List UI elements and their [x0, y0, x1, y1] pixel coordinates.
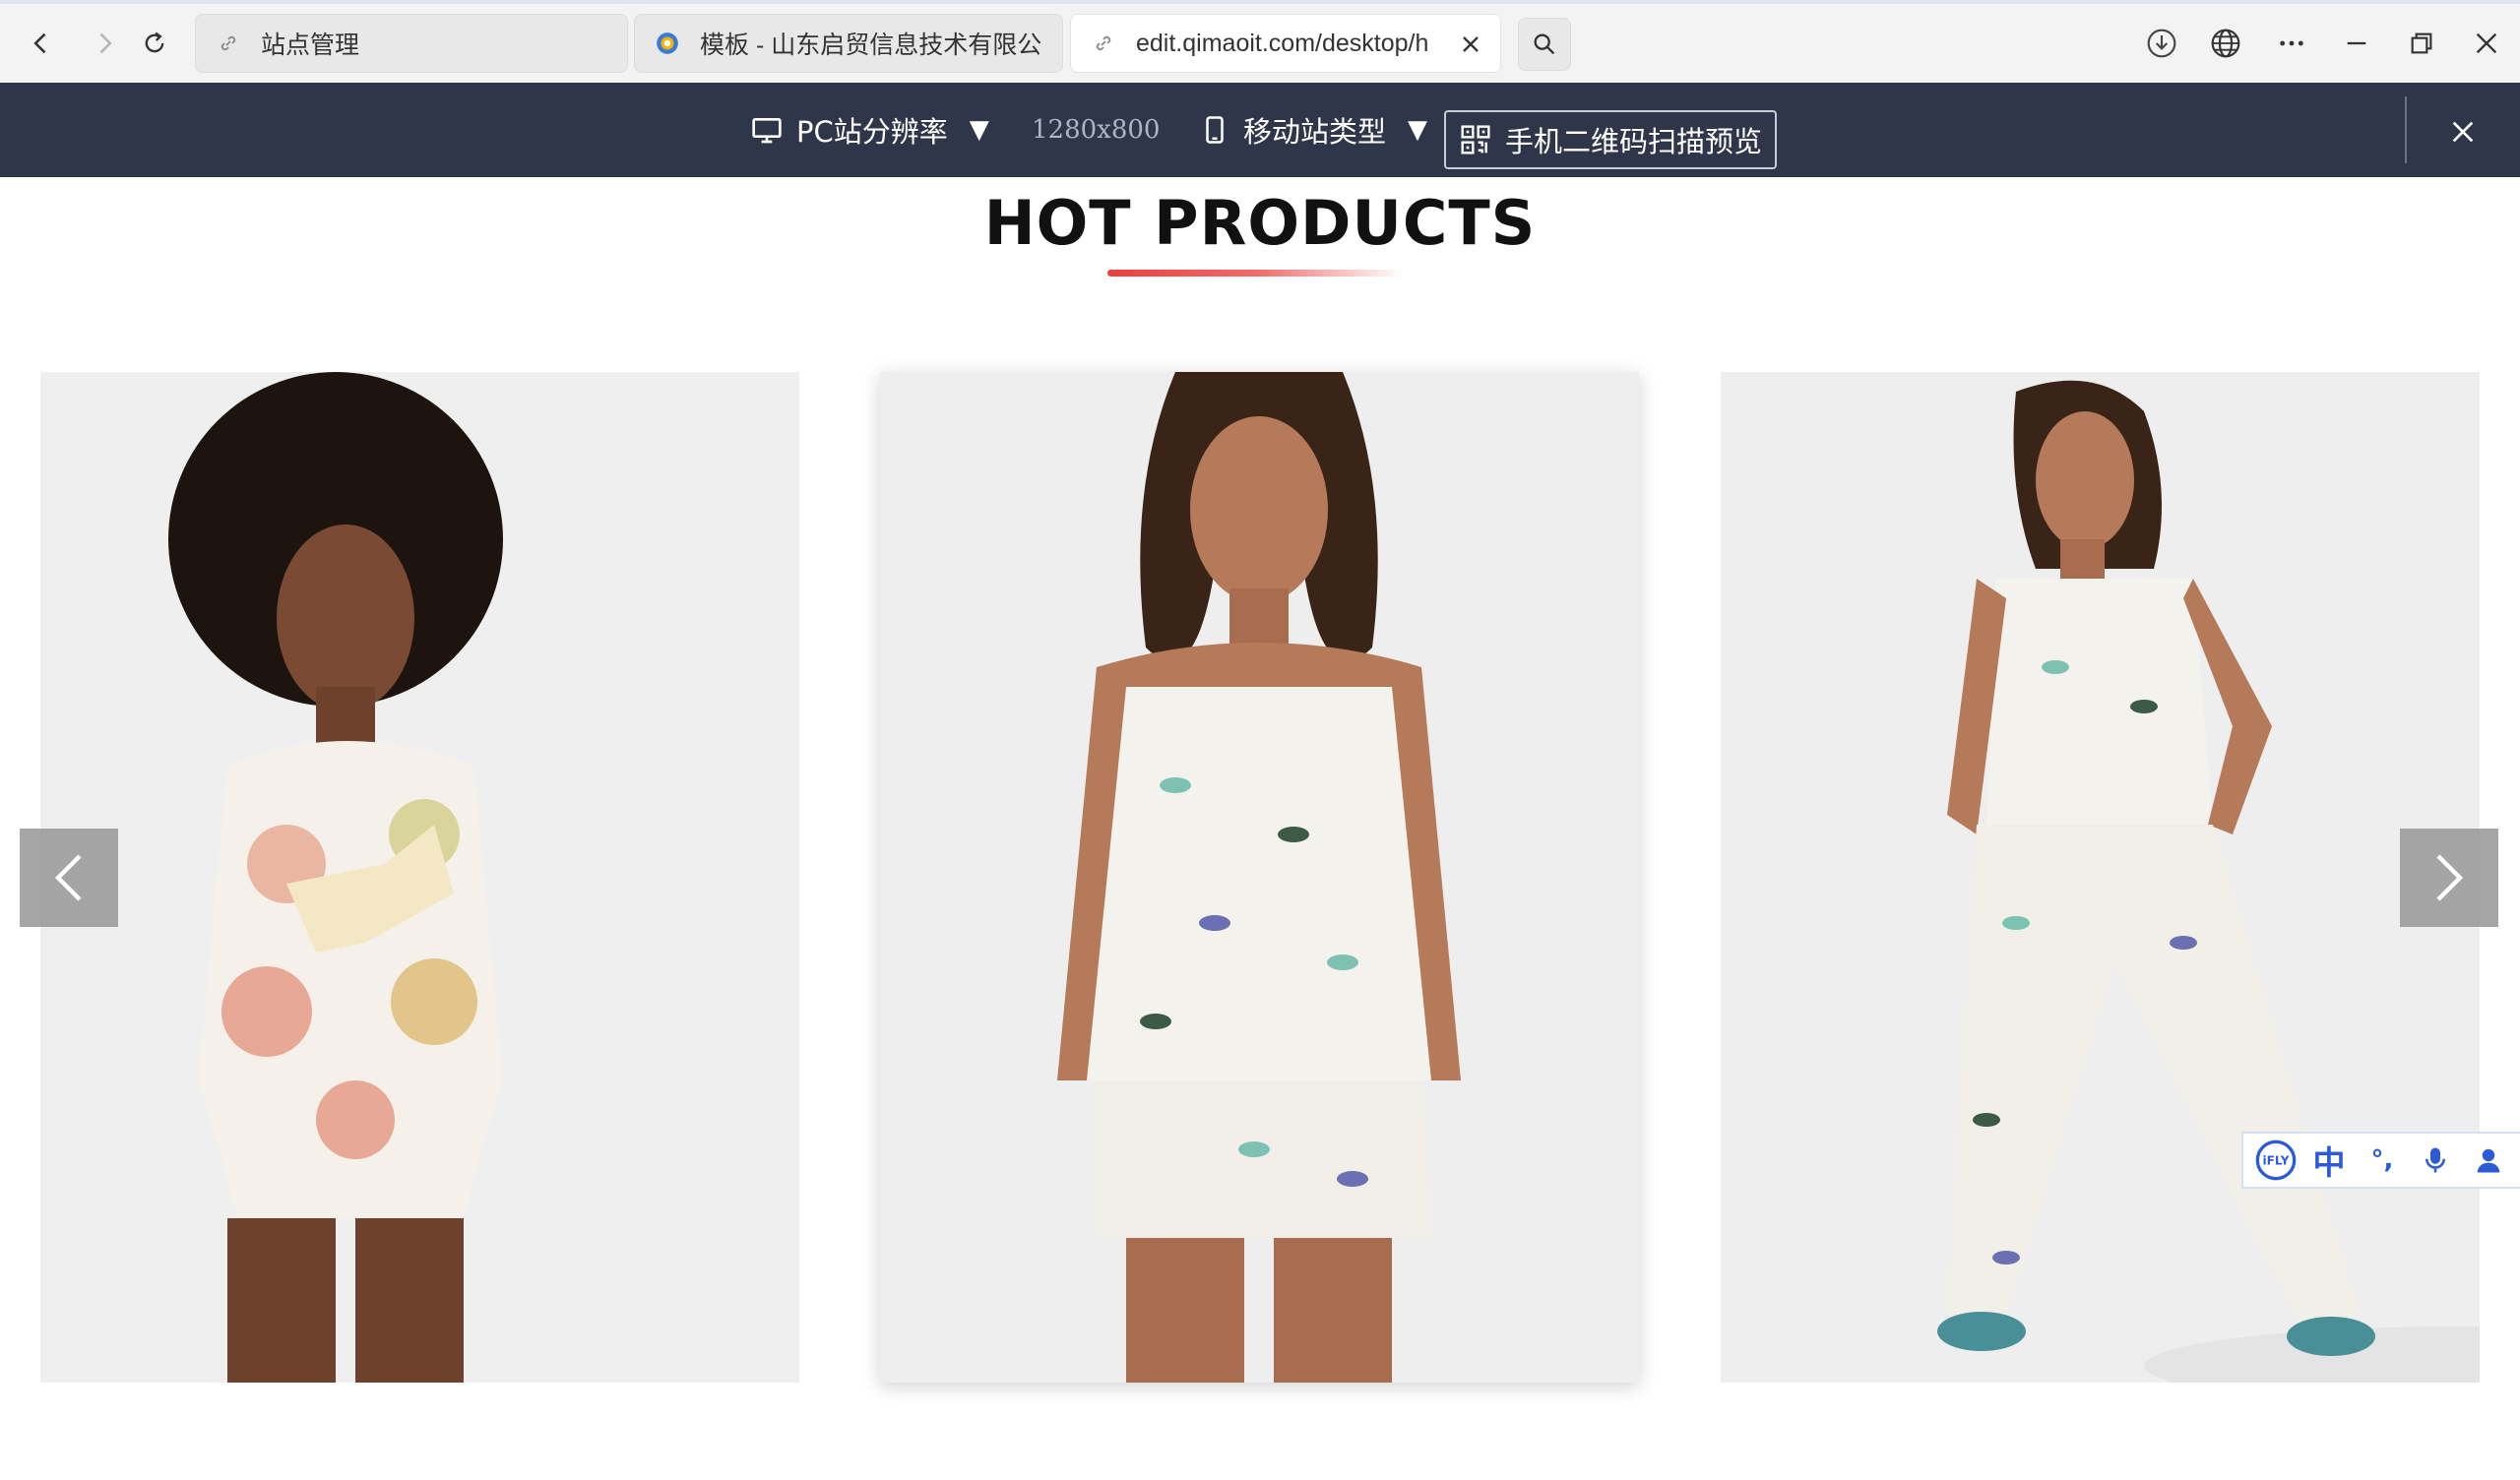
monitor-icon	[751, 114, 783, 146]
tab-site-management[interactable]: 站点管理	[195, 14, 628, 73]
pc-resolution-dropdown[interactable]: PC站分辨率 ▼	[751, 83, 989, 177]
chevron-right-icon	[99, 32, 112, 54]
product-card-1[interactable]	[40, 372, 799, 1383]
resolution-value: 1280x800	[1032, 115, 1161, 145]
toolbar-divider	[2405, 96, 2407, 163]
ime-toolbar: iFLY 中 °,	[2241, 1132, 2520, 1189]
ime-mode-toggle[interactable]: 中	[2302, 1134, 2356, 1187]
qr-preview-label: 手机二维码扫描预览	[1505, 125, 1763, 158]
more-menu-button[interactable]	[2270, 22, 2313, 65]
link-icon	[1091, 31, 1116, 56]
reload-button[interactable]	[133, 22, 176, 65]
carousel-next-button[interactable]	[2400, 829, 2498, 927]
qr-preview-button[interactable]: 手机二维码扫描预览	[1444, 110, 1777, 169]
product-card-3[interactable]	[1721, 372, 2480, 1383]
back-button[interactable]	[20, 22, 63, 65]
close-icon	[2452, 121, 2474, 143]
ime-account-button[interactable]	[2462, 1134, 2515, 1187]
product-image-1	[40, 372, 799, 1383]
qr-code-icon	[1460, 124, 1491, 155]
close-window-button[interactable]	[2465, 22, 2508, 65]
search-icon	[1534, 33, 1555, 55]
chevron-left-icon	[54, 854, 82, 901]
close-tab-icon[interactable]	[1457, 31, 1484, 58]
ime-punctuation-toggle[interactable]: °,	[2356, 1134, 2409, 1187]
ifly-logo-icon: iFLY	[2255, 1140, 2297, 1181]
mobile-type-label: 移动站类型	[1243, 115, 1387, 149]
carousel-prev-button[interactable]	[20, 829, 118, 927]
close-icon	[2476, 32, 2497, 54]
ime-logo-button[interactable]: iFLY	[2249, 1134, 2302, 1187]
tab-label: 站点管理	[261, 31, 360, 59]
product-image-2	[880, 372, 1639, 1383]
downloads-button[interactable]	[2140, 22, 2183, 65]
link-icon	[216, 31, 241, 56]
browser-chrome: 站点管理 模板 - 山东启贸信息技术有限公司 edit.qimaoit.com/…	[0, 0, 2520, 83]
forward-button[interactable]	[83, 22, 126, 65]
download-icon	[2147, 29, 2176, 58]
ime-voice-button[interactable]	[2409, 1134, 2462, 1187]
title-accent-underline	[1107, 270, 1403, 277]
caret-down-icon: ▼	[969, 115, 989, 145]
mobile-type-dropdown[interactable]: 移动站类型 ▼	[1200, 83, 1427, 177]
tab-label: 模板 - 山东启贸信息技术有限公司	[700, 31, 1042, 59]
microphone-icon	[2426, 1147, 2445, 1173]
restore-button[interactable]	[2400, 22, 2443, 65]
tab-label: edit.qimaoit.com/desktop/h	[1136, 29, 1429, 57]
restore-icon	[2411, 32, 2432, 54]
user-icon	[2477, 1148, 2500, 1173]
tab-edit-preview[interactable]: edit.qimaoit.com/desktop/h	[1070, 14, 1501, 73]
minimize-button[interactable]	[2335, 22, 2378, 65]
mobile-phone-icon	[1200, 114, 1229, 146]
chevron-left-icon	[33, 32, 46, 54]
site-favicon-icon	[655, 31, 680, 56]
product-card-2[interactable]	[880, 372, 1639, 1383]
more-dots-icon	[2280, 40, 2303, 46]
globe-icon	[2211, 29, 2240, 58]
preview-toolbar: PC站分辨率 ▼ 1280x800 移动站类型 ▼ 手机二维码扫描预览	[0, 83, 2520, 177]
chevron-right-icon	[2436, 854, 2464, 901]
section-title: HOT PRODUCTS	[983, 187, 1537, 259]
minimize-icon	[2347, 41, 2366, 45]
tab-template[interactable]: 模板 - 山东启贸信息技术有限公司	[634, 14, 1063, 73]
caret-down-icon: ▼	[1408, 115, 1428, 145]
translate-button[interactable]	[2204, 22, 2247, 65]
pc-resolution-label: PC站分辨率	[796, 115, 948, 149]
reload-icon	[145, 31, 164, 53]
ime-logo-text: iFLY	[2263, 1153, 2290, 1167]
product-image-3	[1721, 372, 2480, 1383]
search-tabs-button[interactable]	[1518, 18, 1571, 71]
close-preview-button[interactable]	[2439, 108, 2487, 155]
